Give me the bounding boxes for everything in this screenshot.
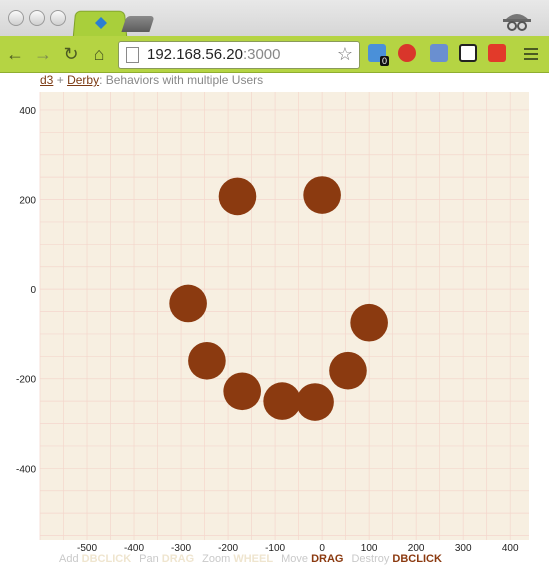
zoom-window-button[interactable] [50, 10, 66, 26]
x-tick-label: -100 [265, 543, 285, 552]
incognito-icon [503, 14, 531, 31]
close-window-button[interactable] [8, 10, 24, 26]
x-tick-label: 300 [455, 543, 472, 552]
help-gesture: DRAG [311, 553, 344, 565]
y-tick-label: -200 [16, 375, 36, 386]
stop-hand-icon[interactable] [398, 44, 416, 62]
home-icon[interactable]: ⌂ [88, 43, 110, 65]
data-point-circle[interactable] [218, 177, 257, 216]
bookmark-star-icon[interactable]: ☆ [337, 44, 353, 65]
x-tick-label: 200 [408, 543, 425, 552]
x-tick-label: 400 [502, 543, 519, 552]
data-point-circle[interactable] [296, 383, 334, 421]
help-label: Move [281, 553, 312, 565]
x-tick-label: -200 [218, 543, 238, 552]
y-tick-label: 0 [30, 285, 36, 296]
data-point-circle[interactable] [350, 303, 388, 342]
x-tick-label: -500 [77, 543, 97, 552]
data-point-circle[interactable] [303, 176, 341, 214]
printer-icon[interactable] [430, 44, 448, 62]
x-tick-label: 0 [319, 543, 325, 552]
readability-icon[interactable] [459, 44, 477, 62]
help-label: Add [59, 553, 82, 565]
extension-badge: 0 [380, 56, 390, 66]
data-point-circle[interactable] [263, 382, 301, 420]
diamond-favicon-icon [95, 17, 107, 29]
data-point-circle[interactable] [188, 341, 226, 380]
help-gesture: DBCLICK [392, 553, 442, 565]
page-icon [126, 47, 139, 63]
data-point-circle[interactable] [169, 284, 207, 323]
plot-background[interactable] [40, 92, 529, 540]
scatter-chart[interactable]: -500 -400 -300 -200 -100 0 100 200 300 400 400 200 0… [0, 90, 549, 552]
link-derby[interactable]: Derby [67, 73, 99, 87]
y-tick-label: 200 [19, 196, 36, 207]
menu-icon[interactable] [524, 45, 538, 63]
back-arrow-icon[interactable]: ← [4, 43, 26, 65]
page-header: d3 + Derby: Behaviors with multiple User… [40, 73, 263, 87]
help-label: Pan [139, 553, 162, 565]
help-bar: Add DBCLICK Pan DRAG Zoom WHEEL Move DRAG De… [59, 553, 450, 565]
minimize-window-button[interactable] [29, 10, 45, 26]
address-bar[interactable]: 192.168.56.20:3000 ☆ [118, 41, 360, 69]
x-tick-label: -400 [124, 543, 144, 552]
new-tab-button[interactable] [121, 16, 155, 32]
help-label: Destroy [351, 553, 393, 565]
reload-icon[interactable]: ↻ [60, 43, 82, 65]
y-tick-label: 400 [19, 106, 36, 117]
forward-arrow-icon[interactable]: → [32, 43, 54, 65]
url-text: 192.168.56.20:3000 [147, 46, 281, 63]
separator: + [56, 73, 64, 87]
y-tick-label: -400 [16, 464, 36, 475]
s-extension-icon[interactable] [488, 44, 506, 62]
data-point-circle[interactable] [223, 372, 261, 411]
page-title-suffix: : Behaviors with multiple Users [99, 73, 264, 87]
x-tick-label: -300 [171, 543, 191, 552]
x-tick-label: 100 [361, 543, 378, 552]
help-gesture: DBCLICK [81, 553, 132, 565]
help-gesture: DRAG [161, 553, 195, 565]
browser-toolbar: ← → ↻ ⌂ 192.168.56.20:3000 ☆ [0, 36, 549, 73]
help-label: Zoom [202, 553, 234, 565]
data-point-circle[interactable] [329, 351, 367, 390]
window-titlebar [0, 0, 549, 38]
help-gesture: WHEEL [233, 553, 274, 565]
link-d3[interactable]: d3 [40, 73, 53, 87]
